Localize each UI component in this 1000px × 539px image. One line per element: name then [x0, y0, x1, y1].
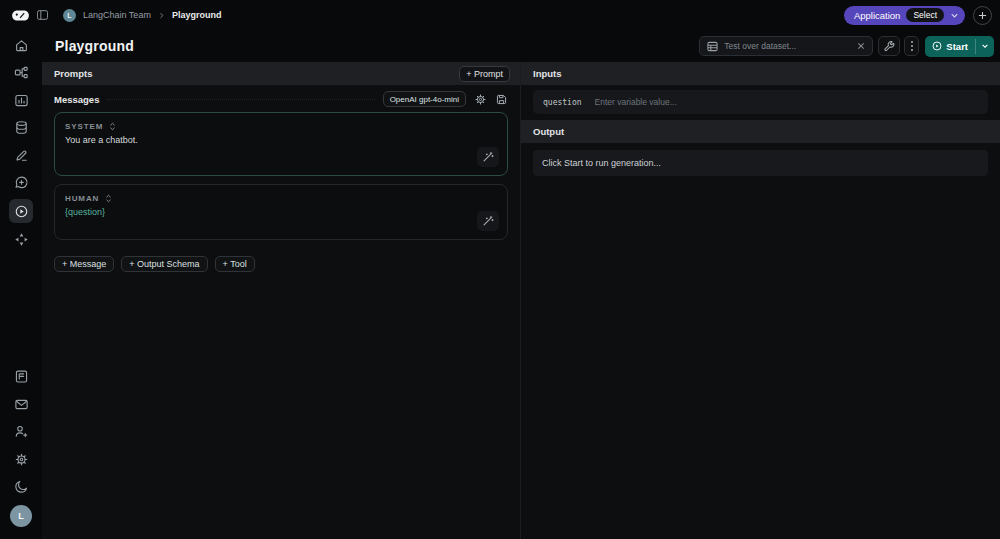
langsmith-logo: [10, 9, 31, 22]
plus-icon: [978, 11, 987, 20]
add-tool-button[interactable]: + Tool: [215, 256, 255, 272]
team-avatar[interactable]: L: [63, 9, 76, 22]
user-avatar[interactable]: L: [10, 505, 32, 527]
chat-plus-icon: [14, 175, 29, 190]
chevrons-up-down-icon: [108, 122, 117, 131]
sidebar-item-datasets[interactable]: [9, 117, 33, 139]
wand-sparkles-icon: [482, 215, 494, 227]
variable-name: question: [543, 98, 582, 107]
inputs-header-label: Inputs: [533, 68, 562, 79]
message-card-system[interactable]: SYSTEM You are a chatbot.: [54, 112, 508, 176]
test-over-dataset-input[interactable]: [699, 36, 873, 56]
prompts-header-label: Prompts: [54, 68, 93, 79]
dataset-search-field[interactable]: [724, 41, 851, 51]
gear-icon: [14, 452, 29, 467]
message-role[interactable]: SYSTEM: [65, 122, 103, 131]
trace-tree-icon: [14, 65, 29, 80]
variable-value-field[interactable]: [595, 97, 978, 107]
prompts-header: Prompts + Prompt: [42, 62, 520, 85]
sidebar-item-mail[interactable]: [9, 393, 33, 415]
add-prompt-button[interactable]: + Prompt: [459, 66, 510, 82]
application-label: Application: [854, 10, 900, 21]
sidebar-item-deployments[interactable]: [9, 229, 33, 251]
start-options-button[interactable]: [976, 36, 994, 57]
chevrons-up-down-icon: [104, 194, 113, 203]
chevron-down-icon: [950, 11, 959, 20]
tools-button[interactable]: [878, 36, 900, 56]
sidebar: L: [0, 30, 42, 539]
clear-icon[interactable]: [857, 42, 865, 50]
message-actions: + Message + Output Schema + Tool: [54, 256, 508, 272]
save-icon[interactable]: [495, 93, 508, 106]
chart-box-icon: [14, 93, 29, 108]
prompts-panel: Prompts + Prompt Messages OpenAI gpt-4o-…: [42, 62, 521, 539]
wand-button[interactable]: [477, 147, 499, 167]
breadcrumb-current: Playground: [172, 10, 222, 20]
sidebar-item-theme[interactable]: [9, 476, 33, 498]
wand-sparkles-icon: [482, 151, 494, 163]
model-settings-icon[interactable]: [474, 93, 487, 106]
page-title: Playground: [55, 38, 134, 54]
more-options-button[interactable]: [904, 36, 919, 56]
mail-icon: [14, 397, 29, 412]
add-output-schema-button[interactable]: + Output Schema: [121, 256, 207, 272]
application-selector[interactable]: Application Select: [844, 6, 965, 25]
output-placeholder-text: Click Start to run generation...: [542, 158, 661, 168]
messages-bar: Messages OpenAI gpt-4o-mini: [42, 85, 520, 112]
dataset-icon: [707, 41, 718, 52]
breadcrumb: L LangChain Team Playground: [63, 9, 221, 22]
sidebar-item-monitoring[interactable]: [9, 89, 33, 111]
play-icon: [932, 41, 942, 51]
message-content[interactable]: You are a chatbot.: [65, 135, 497, 145]
title-bar: Playground Start: [42, 30, 1000, 62]
output-placeholder-row: Click Start to run generation...: [533, 150, 988, 176]
message-card-human[interactable]: HUMAN {question}: [54, 184, 508, 240]
add-message-button[interactable]: + Message: [54, 256, 114, 272]
message-content[interactable]: {question}: [65, 207, 497, 217]
sidebar-item-home[interactable]: [9, 34, 33, 56]
sidebar-item-settings[interactable]: [9, 448, 33, 470]
messages-label: Messages: [54, 94, 99, 105]
inputs-header: Inputs: [521, 62, 1000, 85]
sidebar-item-playground[interactable]: [9, 199, 33, 223]
sidebar-item-prompts[interactable]: [9, 172, 33, 194]
database-icon: [14, 120, 29, 135]
wand-button[interactable]: [477, 211, 499, 231]
sidebar-item-annotation[interactable]: [9, 144, 33, 166]
sidebar-toggle-icon[interactable]: [37, 10, 48, 20]
sidebar-item-invite[interactable]: [9, 421, 33, 443]
top-bar: L LangChain Team Playground Application …: [0, 0, 1000, 30]
start-button[interactable]: Start: [925, 36, 994, 57]
model-selector-button[interactable]: OpenAI gpt-4o-mini: [383, 91, 466, 107]
message-role[interactable]: HUMAN: [65, 194, 99, 203]
play-circle-icon: [14, 204, 29, 219]
pen-icon: [14, 148, 29, 163]
document-icon: [14, 369, 29, 384]
add-button[interactable]: [973, 6, 992, 25]
chevron-right-icon: [158, 12, 165, 19]
four-triangles-icon: [14, 232, 29, 247]
application-value: Select: [906, 8, 944, 22]
start-label: Start: [946, 41, 968, 52]
wrench-icon: [883, 40, 895, 52]
output-header-label: Output: [533, 126, 564, 137]
io-panel: Inputs question Output Click Start to ru…: [521, 62, 1000, 539]
chevron-down-icon: [981, 42, 989, 50]
moon-icon: [14, 479, 29, 494]
sidebar-item-docs[interactable]: [9, 366, 33, 388]
breadcrumb-team[interactable]: LangChain Team: [83, 10, 151, 20]
divider: [107, 99, 374, 100]
home-icon: [14, 38, 29, 53]
input-variable-row[interactable]: question: [533, 90, 988, 114]
output-header: Output: [521, 120, 1000, 143]
sidebar-item-tracing[interactable]: [9, 62, 33, 84]
user-plus-icon: [14, 424, 29, 439]
